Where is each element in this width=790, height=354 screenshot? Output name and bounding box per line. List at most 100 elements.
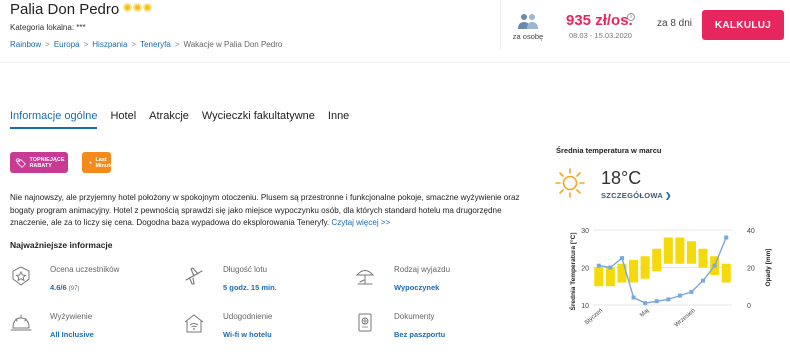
precipitation-point xyxy=(643,301,648,306)
header-divider xyxy=(500,0,501,50)
precipitation-point xyxy=(608,265,613,270)
beach-umbrella-icon xyxy=(355,270,375,285)
star-badge-icon xyxy=(12,266,30,286)
info-value: Bez paszportu xyxy=(394,330,446,339)
star-icon xyxy=(123,3,132,12)
tab-general-info[interactable]: Informacje ogólne xyxy=(10,110,98,129)
info-icon[interactable]: i xyxy=(627,13,635,21)
temperature-bar xyxy=(663,237,673,264)
temperature-bar xyxy=(652,248,662,272)
tab-other[interactable]: Inne xyxy=(328,110,349,129)
info-label: Ocena uczestników xyxy=(50,265,120,274)
people-icon xyxy=(518,14,538,29)
food-cover-icon xyxy=(10,314,32,331)
precipitation-point xyxy=(689,289,694,294)
promo-badges: 🏷 TOPNIEJĄCE RABATY ◔ Last Minute xyxy=(10,152,114,173)
tab-attractions[interactable]: Atrakcje xyxy=(149,110,189,129)
y-left-tick: 10 xyxy=(581,303,589,310)
breadcrumb-rainbow[interactable]: Rainbow xyxy=(10,40,41,49)
description-text: Nie najnowszy, ale przyjemny hotel położ… xyxy=(10,193,520,227)
precipitation-point xyxy=(724,235,729,240)
breadcrumb-separator: > xyxy=(131,40,137,49)
y-right-tick: 20 xyxy=(747,266,755,273)
hotel-category: Kategoria lokalna: *** xyxy=(10,23,86,32)
breadcrumb-current: Wakacje w Palia Don Pedro xyxy=(183,40,283,49)
hotel-description: Nie najnowszy, ale przyjemny hotel położ… xyxy=(10,192,530,230)
breadcrumb-separator: > xyxy=(83,40,89,49)
temperature-value: 18°C xyxy=(601,168,642,188)
temperature-bar xyxy=(698,248,708,268)
info-value: All Inclusive xyxy=(50,330,94,339)
persons-selector[interactable]: za osobę xyxy=(510,12,546,41)
breadcrumb-teneryfa[interactable]: Teneryfa xyxy=(140,40,171,49)
y-left-label: Średnia Temperatura [°C] xyxy=(568,233,577,311)
weather-title: Średnia temperatura w marcu xyxy=(556,146,662,155)
trip-dates[interactable]: 08.03 - 15.03.2020 xyxy=(569,31,632,40)
y-right-label: Opady [mm] xyxy=(765,249,772,287)
header-rule xyxy=(0,62,790,63)
y-left-tick: 20 xyxy=(581,266,589,273)
temperature-bar xyxy=(686,241,696,264)
precipitation-point xyxy=(677,293,682,298)
plane-icon xyxy=(185,267,203,285)
badge-label: TOPNIEJĄCE RABATY xyxy=(29,156,65,169)
tag-icon: 🏷 xyxy=(15,157,27,168)
precipitation-point xyxy=(596,263,601,268)
clock-icon: ◔ xyxy=(87,157,93,168)
x-tick-label: Maj xyxy=(639,308,650,319)
temperature-bar xyxy=(605,267,615,287)
sun-icon xyxy=(555,168,585,198)
breadcrumb-hiszpania[interactable]: Hiszpania xyxy=(92,40,127,49)
rating-count: (97) xyxy=(68,286,80,292)
price: 935 zł/os. xyxy=(566,12,633,29)
badge-last-minute[interactable]: ◔ Last Minute xyxy=(82,152,114,173)
tab-excursions[interactable]: Wycieczki fakultatywne xyxy=(202,110,315,129)
tab-hotel[interactable]: Hotel xyxy=(110,110,136,129)
hotel-stars xyxy=(123,3,152,12)
info-value: 5 godz. 15 min. xyxy=(223,283,277,292)
hotel-name: Palia Don Pedro xyxy=(10,1,120,18)
temperature-bar xyxy=(675,237,685,264)
rating-value: 4.6/6 xyxy=(50,283,67,292)
star-icon xyxy=(143,3,152,12)
temperature-bar xyxy=(640,256,650,279)
persons-label: za osobę xyxy=(512,32,544,41)
chevron-right-icon: ❯ xyxy=(665,191,672,200)
info-label: Wyżywienie xyxy=(50,312,93,321)
x-tick-label: Wrzesień xyxy=(674,308,697,329)
details-label: SZCZEGÓŁOWA xyxy=(601,191,663,200)
breadcrumb-europa[interactable]: Europa xyxy=(54,40,80,49)
x-tick-label: Styczeń xyxy=(584,308,604,326)
precipitation-point xyxy=(654,299,659,304)
passport-icon xyxy=(358,313,372,332)
calculate-button[interactable]: KALKULUJ xyxy=(702,10,784,40)
precipitation-point xyxy=(712,263,717,268)
info-value: Wypoczynek xyxy=(394,283,440,292)
detailed-weather-link[interactable]: SZCZEGÓŁOWA ❯ xyxy=(601,191,672,200)
info-label: Udogodnienie xyxy=(223,312,273,321)
temperature-bar xyxy=(721,263,731,283)
breadcrumb-separator: > xyxy=(45,40,50,49)
info-value: Wi-fi w hotelu xyxy=(223,330,272,339)
y-right-tick: 0 xyxy=(747,303,751,310)
wifi-house-icon xyxy=(184,314,204,333)
breadcrumb: Rainbow > Europa > Hiszpania > Teneryfa > Wa… xyxy=(10,40,282,49)
y-left-tick: 30 xyxy=(581,228,589,235)
badge-melting-discounts[interactable]: 🏷 TOPNIEJĄCE RABATY xyxy=(10,152,68,173)
tab-bar: Informacje ogólne Hotel Atrakcje Wyciecz… xyxy=(10,110,362,129)
precipitation-point xyxy=(631,295,636,300)
temperature-bar xyxy=(629,260,639,283)
climate-chart-svg: 10 20 30 0 20 40 Średnia Temperatura [°C] Opady… xyxy=(568,228,772,329)
breadcrumb-separator: > xyxy=(174,40,180,49)
info-label: Długość lotu xyxy=(223,265,268,274)
info-label: Dokumenty xyxy=(394,312,435,321)
days-count: za 8 dni xyxy=(657,18,693,29)
precipitation-point xyxy=(701,278,706,283)
info-value[interactable]: 4.6/6 (97) xyxy=(50,283,79,292)
info-label: Rodzaj wyjazdu xyxy=(394,265,451,274)
read-more-link[interactable]: Czytaj więcej >> xyxy=(331,218,390,227)
star-icon xyxy=(133,3,142,12)
key-info-title: Najważniejsze informacje xyxy=(10,240,113,250)
y-right-tick: 40 xyxy=(747,228,755,235)
badge-label: Last Minute xyxy=(95,156,114,169)
